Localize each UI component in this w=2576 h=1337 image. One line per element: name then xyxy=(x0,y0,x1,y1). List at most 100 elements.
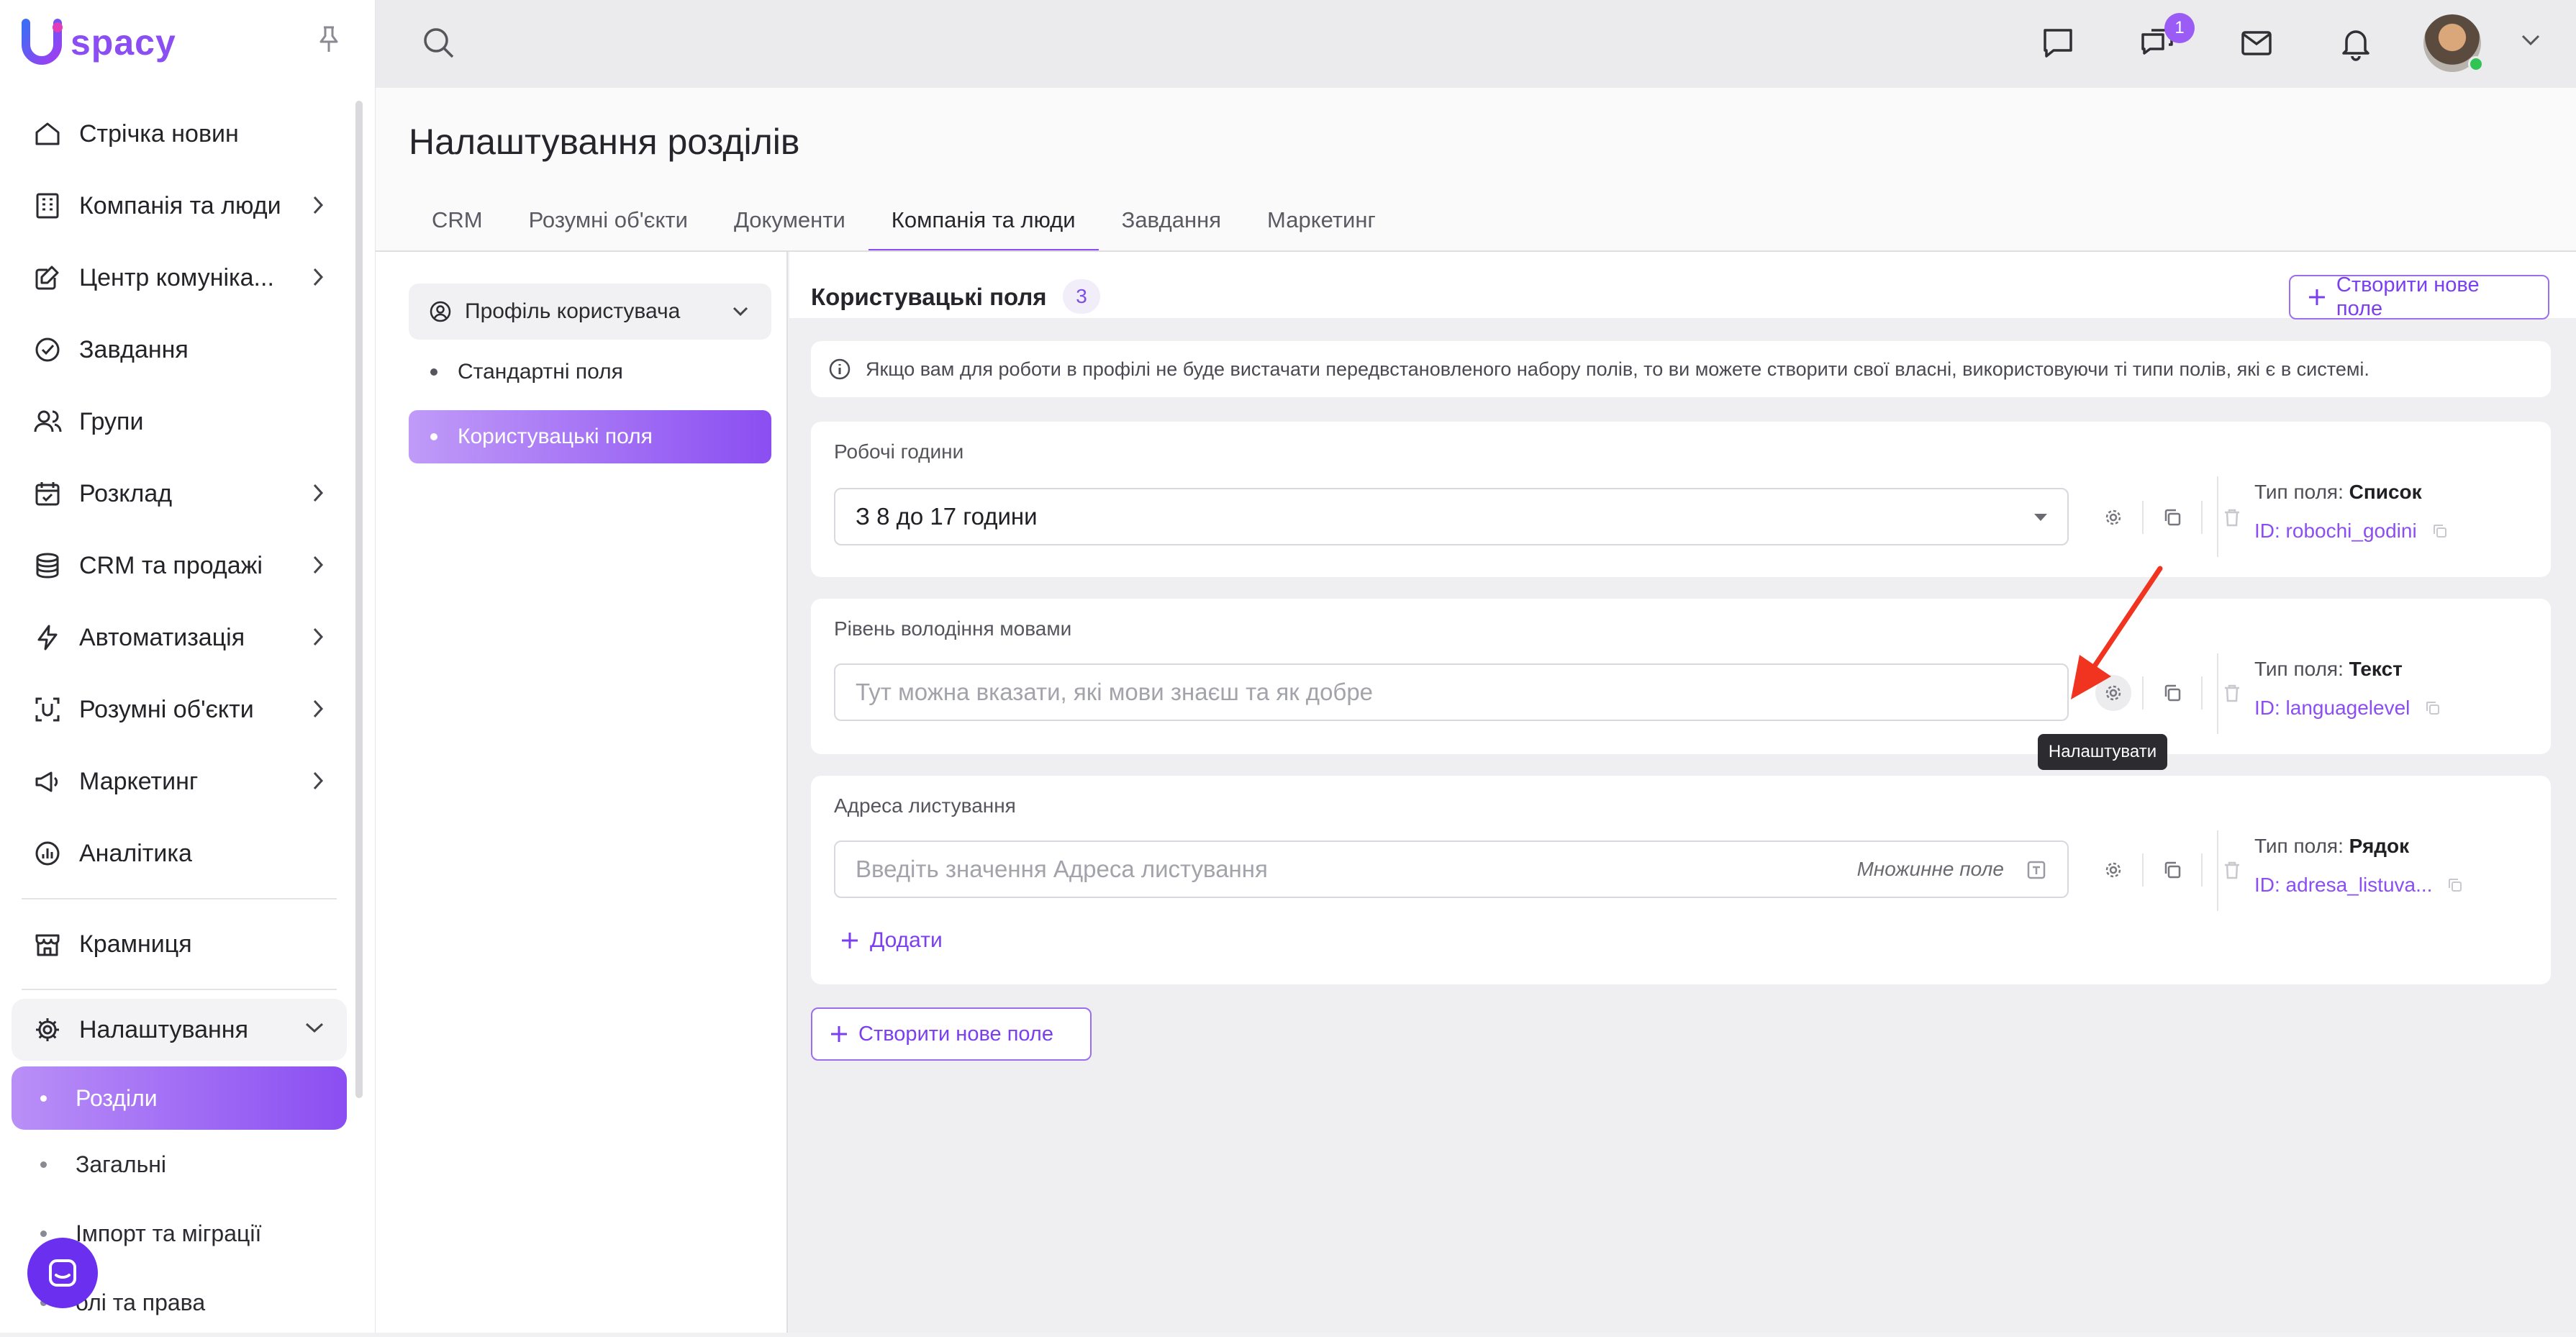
sidebar-sub-label: олі та права xyxy=(76,1289,206,1315)
sidebar-item-label: Розумні об'єкти xyxy=(79,695,254,723)
custom-fields-item[interactable]: Користувацькі поля xyxy=(409,410,771,463)
create-field-button-bottom[interactable]: Створити нове поле xyxy=(811,1007,1092,1061)
sidebar-item-groups[interactable]: Групи xyxy=(12,386,347,458)
field-type: Тип поля: Текст xyxy=(2254,658,2403,681)
tab-crm[interactable]: CRM xyxy=(409,207,506,252)
sidebar-item-settings[interactable]: Налаштування xyxy=(12,999,347,1061)
sidebar-item-company[interactable]: Компанія та люди xyxy=(12,170,347,242)
bolt-icon xyxy=(30,620,65,655)
sidebar-nav: Стрічка новин Компанія та люди Центр ком… xyxy=(12,98,347,1337)
sidebar-item-marketing[interactable]: Маркетинг xyxy=(12,745,347,817)
settings-button[interactable] xyxy=(2085,501,2144,534)
copy-icon[interactable] xyxy=(2424,699,2441,717)
tab-marketing[interactable]: Маркетинг xyxy=(1244,207,1399,252)
bell-icon[interactable] xyxy=(2337,24,2375,62)
info-text: Якщо вам для роботи в профілі не буде ви… xyxy=(866,358,2369,380)
sidebar: spacy Стрічка новин Компанія та люди Цен… xyxy=(0,0,376,1333)
sidebar-item-analytics[interactable]: Аналітика xyxy=(12,817,347,889)
add-value-button[interactable]: Додати xyxy=(840,928,943,953)
users-icon xyxy=(30,404,65,439)
search-icon[interactable] xyxy=(420,24,458,62)
sidebar-item-label: Компанія та люди xyxy=(79,191,281,219)
sidebar-item-label: Центр комуніка... xyxy=(79,263,274,291)
field-label: Рівень володіння мовами xyxy=(834,617,1072,640)
store-icon xyxy=(30,927,65,961)
sidebar-sub-sections[interactable]: Розділи xyxy=(12,1066,347,1130)
chevron-down-icon[interactable] xyxy=(2520,33,2541,47)
calendar-icon xyxy=(30,476,65,511)
working-hours-select[interactable]: З 8 до 17 години xyxy=(834,488,2069,545)
language-level-input[interactable]: Тут можна вказати, які мови знаєш та як … xyxy=(834,663,2069,721)
standard-fields-item[interactable]: Стандартні поля xyxy=(409,345,771,399)
user-circle-icon xyxy=(430,301,451,322)
field-id: ID: adresa_listuva... xyxy=(2254,874,2464,897)
chevron-down-icon xyxy=(733,307,748,317)
field-actions xyxy=(2085,853,2262,887)
profile-select[interactable]: Профіль користувача xyxy=(409,284,771,340)
sidebar-item-store[interactable]: Крамниця xyxy=(12,908,347,980)
plus-icon xyxy=(831,1026,847,1042)
divider xyxy=(2217,653,2218,734)
annotation-arrow-icon xyxy=(2071,566,2163,699)
field-label: Робочі години xyxy=(834,440,964,463)
multi-field-icon[interactable] xyxy=(2024,858,2049,882)
chat-icon xyxy=(49,1259,76,1287)
home-icon xyxy=(30,117,65,151)
copy-icon xyxy=(2164,509,2181,526)
pin-icon[interactable] xyxy=(317,24,341,53)
chevron-right-icon xyxy=(311,770,325,792)
copy-button[interactable] xyxy=(2144,853,2203,887)
sidebar-sub-general[interactable]: Загальні xyxy=(12,1130,347,1199)
sidebar-item-schedule[interactable]: Розклад xyxy=(12,458,347,530)
divider xyxy=(2217,830,2218,911)
content-area: Користувацькі поля 3 Створити нове поле … xyxy=(789,252,2576,1333)
copy-icon[interactable] xyxy=(2446,876,2464,894)
divider xyxy=(2217,476,2218,557)
logo[interactable]: spacy xyxy=(22,19,176,66)
sidebar-item-label: Крамниця xyxy=(79,930,192,958)
sidebar-item-label: Автоматизація xyxy=(79,623,245,651)
tab-company[interactable]: Компанія та люди xyxy=(868,207,1099,252)
tab-tasks[interactable]: Завдання xyxy=(1099,207,1244,252)
delete-button[interactable] xyxy=(2203,501,2262,534)
sidebar-item-smart-objects[interactable]: Розумні об'єкти xyxy=(12,674,347,745)
address-input[interactable]: Введіть значення Адреса листування Множи… xyxy=(834,840,2069,898)
tab-smart-objects[interactable]: Розумні об'єкти xyxy=(506,207,711,252)
field-card: Рівень володіння мовами Тут можна вказат… xyxy=(811,599,2551,754)
create-field-button[interactable]: Створити нове поле xyxy=(2289,273,2549,320)
plus-icon xyxy=(842,933,858,948)
sidebar-item-label: CRM та продажі xyxy=(79,551,263,579)
add-value-label: Додати xyxy=(870,928,943,952)
delete-button[interactable] xyxy=(2203,853,2262,887)
copy-icon[interactable] xyxy=(2431,522,2449,540)
chat-badge: 1 xyxy=(2164,13,2195,43)
sidebar-item-news[interactable]: Стрічка новин xyxy=(12,98,347,170)
settings-button[interactable] xyxy=(2085,853,2144,887)
chevron-right-icon xyxy=(311,554,325,576)
gear-icon xyxy=(30,1012,65,1047)
logo-icon xyxy=(22,19,63,65)
mail-icon[interactable] xyxy=(2238,24,2275,62)
field-type-label: Тип поля: xyxy=(2254,658,2344,680)
message-icon[interactable] xyxy=(2039,24,2077,62)
plus-icon xyxy=(2308,289,2325,305)
copy-icon xyxy=(2164,861,2181,879)
delete-button[interactable] xyxy=(2203,676,2262,710)
sidebar-item-crm[interactable]: CRM та продажі xyxy=(12,530,347,602)
create-field-label: Створити нове поле xyxy=(2336,273,2480,320)
check-circle-icon xyxy=(30,332,65,367)
chevron-right-icon xyxy=(311,626,325,648)
gear-icon xyxy=(2105,862,2121,878)
tab-documents[interactable]: Документи xyxy=(711,207,869,252)
input-placeholder: Введіть значення Адреса листування xyxy=(856,856,1268,882)
sidebar-item-communication[interactable]: Центр комуніка... xyxy=(12,242,347,314)
bullet xyxy=(40,1094,47,1102)
chevron-right-icon xyxy=(311,482,325,504)
sidebar-scrollbar[interactable] xyxy=(355,101,363,1098)
megaphone-icon xyxy=(30,764,65,799)
support-chat-button[interactable] xyxy=(27,1238,98,1308)
sidebar-item-tasks[interactable]: Завдання xyxy=(12,314,347,386)
copy-button[interactable] xyxy=(2144,501,2203,534)
sidebar-item-label: Групи xyxy=(79,407,144,435)
sidebar-item-automation[interactable]: Автоматизація xyxy=(12,602,347,674)
